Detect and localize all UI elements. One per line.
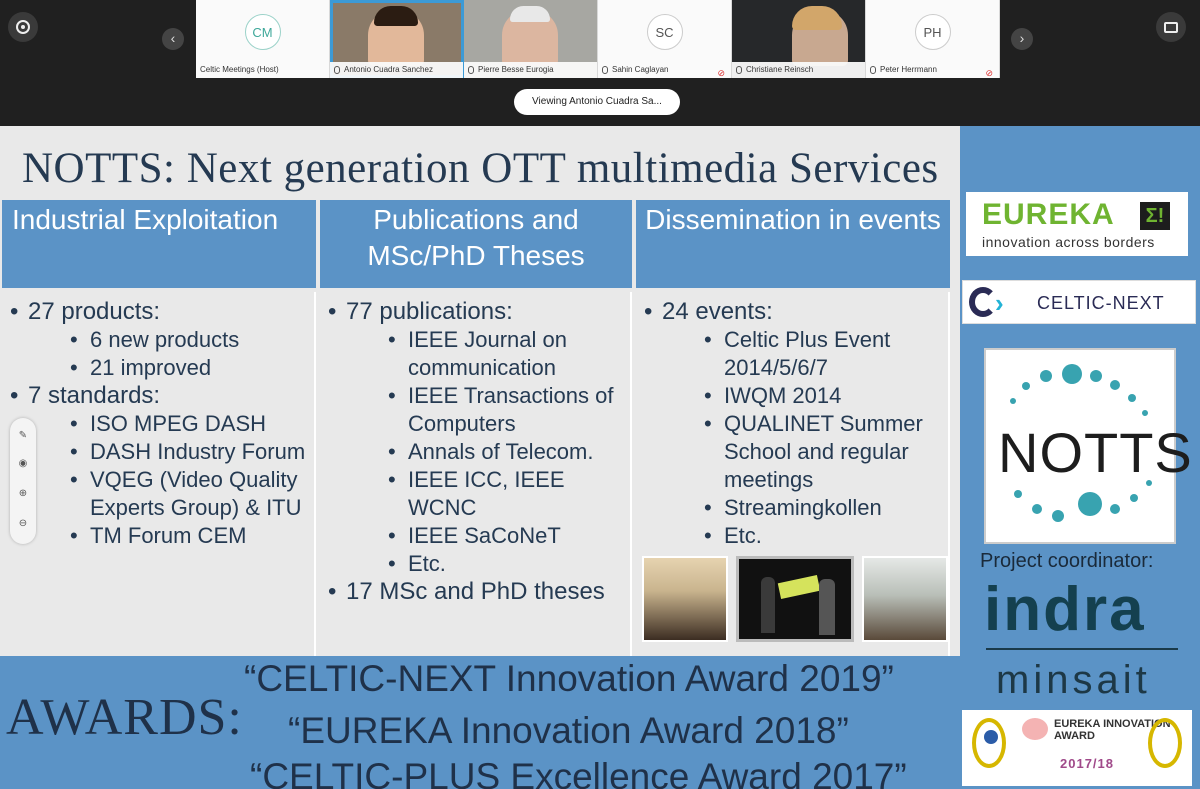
list-item: VQEG (Video Quality Experts Group) & ITU [70,466,314,522]
avatar: SC [646,14,683,50]
list-item: IEEE SaCoNeT [388,522,630,550]
notts-logo: NOTTS [984,348,1192,544]
event-photos [640,556,950,646]
column-header: Industrial Exploitation [2,200,316,288]
list-item: DASH Industry Forum [70,438,314,466]
list-item: IEEE Transactions of Computers [388,382,630,438]
list-item: Annals of Telecom. [388,438,630,466]
participant-tile[interactable]: Antonio Cuadra Sanchez [330,0,464,78]
column-publications: Publications and MSc/PhD Theses 77 publi… [320,200,632,656]
participant-name: Christiane Reinsch [732,62,865,78]
list-item: 27 products: 6 new products 21 improved [10,298,314,382]
zoom-out-icon[interactable]: ⊖ [17,518,29,530]
award-line: “EUREKA Innovation Award 2018” [288,710,849,751]
list-item: 7 standards: ISO MPEG DASH DASH Industry… [10,382,314,550]
participant-name: Celtic Meetings (Host) [196,62,329,78]
mic-icon [334,65,340,74]
list-item: IEEE Journal on communication [388,326,630,382]
column-header: Publications and MSc/PhD Theses [320,200,632,288]
participant-tile[interactable]: Pierre Besse Eurogia [464,0,598,78]
column-header: Dissemination in events [636,200,950,288]
event-photo [862,556,948,642]
participant-name: Pierre Besse Eurogia [464,62,597,78]
column-industrial-exploitation: Industrial Exploitation 27 products: 6 n… [2,200,316,656]
pen-icon[interactable]: ✎ [17,430,29,442]
participant-tile[interactable]: PH Peter Herrmann ⊘ [866,0,1000,78]
column-body: 27 products: 6 new products 21 improved … [2,292,316,656]
prev-participants-button[interactable]: ‹ [162,28,184,50]
list-item: Celtic Plus Event 2014/5/6/7 [704,326,948,382]
phone-icon [736,65,742,74]
award-line: “CELTIC-NEXT Innovation Award 2019” [244,658,894,699]
annotation-toolbar: ✎ ◉ ⊕ ⊖ [10,418,36,544]
list-item: QUALINET Summer School and regular meeti… [704,410,948,494]
list-item: TM Forum CEM [70,522,314,550]
list-item: IEEE ICC, IEEE WCNC [388,466,630,522]
project-coordinator-label: Project coordinator: [980,550,1154,572]
minsait-logo: minsait [996,658,1151,702]
muted-mic-icon: ⊘ [985,68,993,78]
avatar: PH [914,14,951,50]
column-body: 77 publications: IEEE Journal on communi… [320,292,632,656]
list-item: Etc. [388,550,630,578]
participant-tile[interactable]: Christiane Reinsch [732,0,866,78]
participant-tile[interactable]: SC Sahin Caglayan ⊘ [598,0,732,78]
awards-label: AWARDS: [6,689,243,746]
mic-icon [870,65,876,74]
participant-name: Peter Herrmann ⊘ [866,62,999,78]
participant-tiles: CM Celtic Meetings (Host) Antonio Cuadra… [196,0,1000,78]
participant-name: Antonio Cuadra Sanchez [330,62,463,78]
list-item: 24 events: Celtic Plus Event 2014/5/6/7 … [644,298,948,550]
divider [986,648,1178,650]
list-item: Streamingkollen [704,494,948,522]
spotlight-icon[interactable]: ◉ [17,458,29,470]
zoom-in-icon[interactable]: ⊕ [17,488,29,500]
slide-title: NOTTS: Next generation OTT multimedia Se… [22,145,939,192]
list-item: 21 improved [70,354,314,382]
shared-slide: NOTTS: Next generation OTT multimedia Se… [0,126,1200,789]
event-photo [736,556,854,642]
list-item: 6 new products [70,326,314,354]
view-bar: Viewing Antonio Cuadra Sa... [0,78,1200,126]
mic-icon [602,65,608,74]
list-item: 77 publications: IEEE Journal on communi… [328,298,630,578]
viewing-label[interactable]: Viewing Antonio Cuadra Sa... [514,89,680,115]
list-item: 17 MSc and PhD theses [328,578,630,606]
list-item: ISO MPEG DASH [70,410,314,438]
muted-mic-icon: ⊘ [717,68,725,78]
mic-icon [468,65,474,74]
camera-icon[interactable] [1156,12,1186,42]
participant-tile[interactable]: CM Celtic Meetings (Host) [196,0,330,78]
eureka-award-logo: EUREKA INNOVATION AWARD 2017/18 [962,710,1192,786]
celtic-next-logo: › CELTIC-NEXT [962,280,1196,324]
participant-strip: ‹ CM Celtic Meetings (Host) Antonio Cuad… [0,0,1200,78]
avatar: CM [244,14,281,50]
award-line: “CELTIC-PLUS Excellence Award 2017” [250,756,907,789]
next-participants-button[interactable]: › [1011,28,1033,50]
eureka-logo: EUREKA Σ! innovation across borders [966,192,1188,256]
event-photo [642,556,728,642]
indra-logo: indra [984,575,1146,644]
list-item: IWQM 2014 [704,382,948,410]
home-icon[interactable] [8,12,38,42]
list-item: Etc. [704,522,948,550]
participant-name: Sahin Caglayan ⊘ [598,62,731,78]
